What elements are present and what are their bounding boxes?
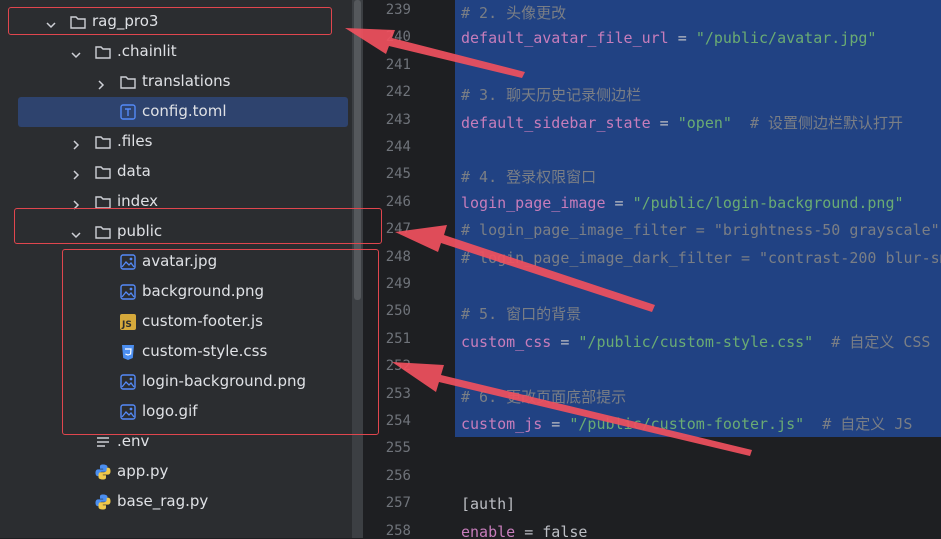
annotation-arrows xyxy=(345,28,752,456)
annotation-arrow-3 xyxy=(392,362,752,456)
annotation-arrow-1 xyxy=(345,28,525,78)
annotation-arrow-2 xyxy=(395,225,655,312)
